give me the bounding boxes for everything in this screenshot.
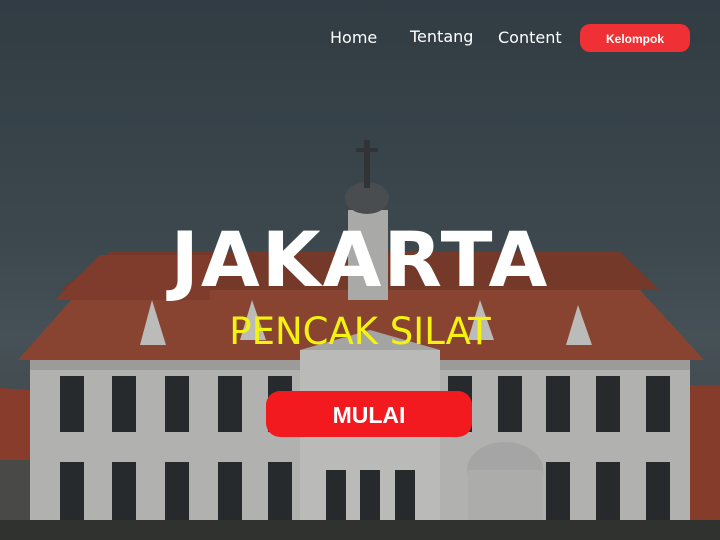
nav-content-link[interactable]: Content	[498, 28, 562, 47]
hero-section: Home Tentang Content Kelompok JAKARTA PE…	[0, 0, 720, 540]
hero-subtitle: PENCAK SILAT	[229, 310, 491, 353]
kelompok-button[interactable]: Kelompok	[580, 24, 690, 52]
hero-title: JAKARTA	[170, 215, 550, 304]
nav-home-link[interactable]: Home	[330, 28, 377, 47]
nav-tentang-link[interactable]: Tentang	[410, 27, 473, 46]
top-navigation: Home Tentang Content Kelompok	[0, 0, 720, 72]
mulai-button[interactable]: MULAI	[266, 391, 472, 437]
